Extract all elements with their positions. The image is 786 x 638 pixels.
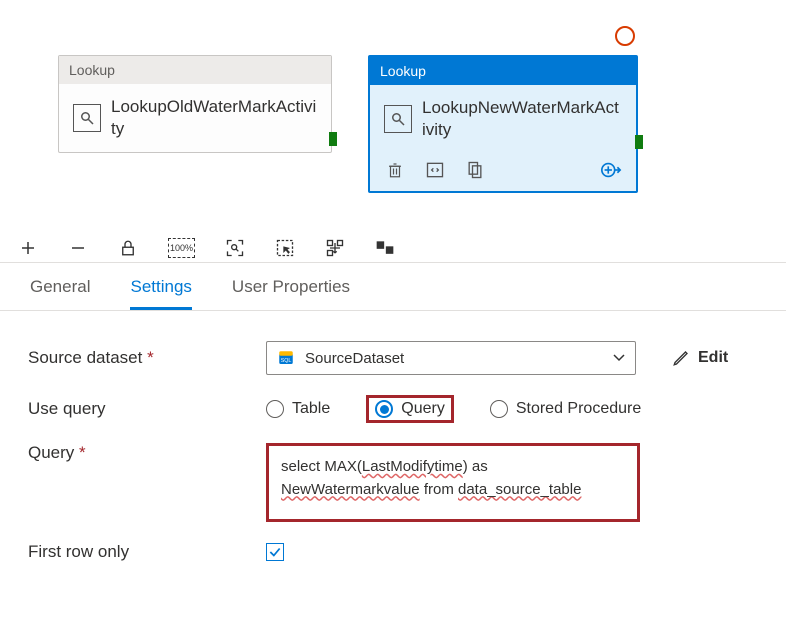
zoom-fit-icon[interactable]	[225, 238, 245, 258]
property-tabs: General Settings User Properties	[0, 263, 786, 311]
delete-icon[interactable]	[384, 159, 406, 181]
activity-type-label: Lookup	[59, 56, 331, 84]
code-icon[interactable]	[424, 159, 446, 181]
lock-icon[interactable]	[118, 238, 138, 258]
source-dataset-dropdown[interactable]: SQL SourceDataset	[266, 341, 636, 375]
tab-general[interactable]: General	[30, 277, 90, 310]
query-label: Query *	[28, 443, 266, 463]
activity-type-label: Lookup	[370, 57, 636, 85]
tab-settings[interactable]: Settings	[130, 277, 191, 310]
activity-name: LookupNewWaterMarkActivity	[422, 97, 622, 141]
select-icon[interactable]	[275, 238, 295, 258]
svg-text:SQL: SQL	[281, 358, 292, 364]
activity-lookup-old[interactable]: Lookup LookupOldWaterMarkActivity	[58, 55, 332, 153]
validation-indicator	[615, 26, 635, 46]
pencil-icon	[672, 349, 690, 367]
lookup-icon	[384, 105, 412, 133]
activity-name: LookupOldWaterMarkActivity	[111, 96, 317, 140]
sql-icon: SQL	[277, 349, 295, 367]
layout-icon[interactable]	[375, 238, 395, 258]
chevron-down-icon	[613, 353, 625, 363]
query-input[interactable]: select MAX(LastModifytime) as NewWaterma…	[266, 443, 640, 522]
pipeline-canvas[interactable]: Lookup LookupOldWaterMarkActivity Lookup…	[0, 0, 786, 230]
tab-user-properties[interactable]: User Properties	[232, 277, 350, 310]
zoom-in-icon[interactable]	[18, 238, 38, 258]
use-query-label: Use query	[28, 399, 266, 419]
radio-query[interactable]: Query	[375, 400, 445, 418]
connector-handle[interactable]	[329, 132, 337, 146]
add-output-icon[interactable]	[600, 159, 622, 181]
connector-handle[interactable]	[635, 135, 643, 149]
edit-button[interactable]: Edit	[672, 349, 728, 367]
copy-icon[interactable]	[464, 159, 486, 181]
settings-form: Source dataset * SQL SourceDataset Edit …	[0, 311, 786, 592]
canvas-toolbar: 100%	[0, 230, 786, 263]
zoom-reset-icon[interactable]: 100%	[168, 238, 195, 258]
radio-stored-procedure[interactable]: Stored Procedure	[490, 400, 641, 418]
zoom-out-icon[interactable]	[68, 238, 88, 258]
source-dataset-label: Source dataset *	[28, 348, 266, 368]
activity-lookup-new[interactable]: Lookup LookupNewWaterMarkActivity	[368, 55, 638, 193]
lookup-icon	[73, 104, 101, 132]
dropdown-value: SourceDataset	[305, 350, 603, 367]
auto-align-icon[interactable]	[325, 238, 345, 258]
radio-table[interactable]: Table	[266, 400, 330, 418]
highlight-query-radio: Query	[366, 395, 454, 423]
first-row-only-label: First row only	[28, 542, 266, 562]
first-row-only-checkbox[interactable]	[266, 543, 284, 561]
